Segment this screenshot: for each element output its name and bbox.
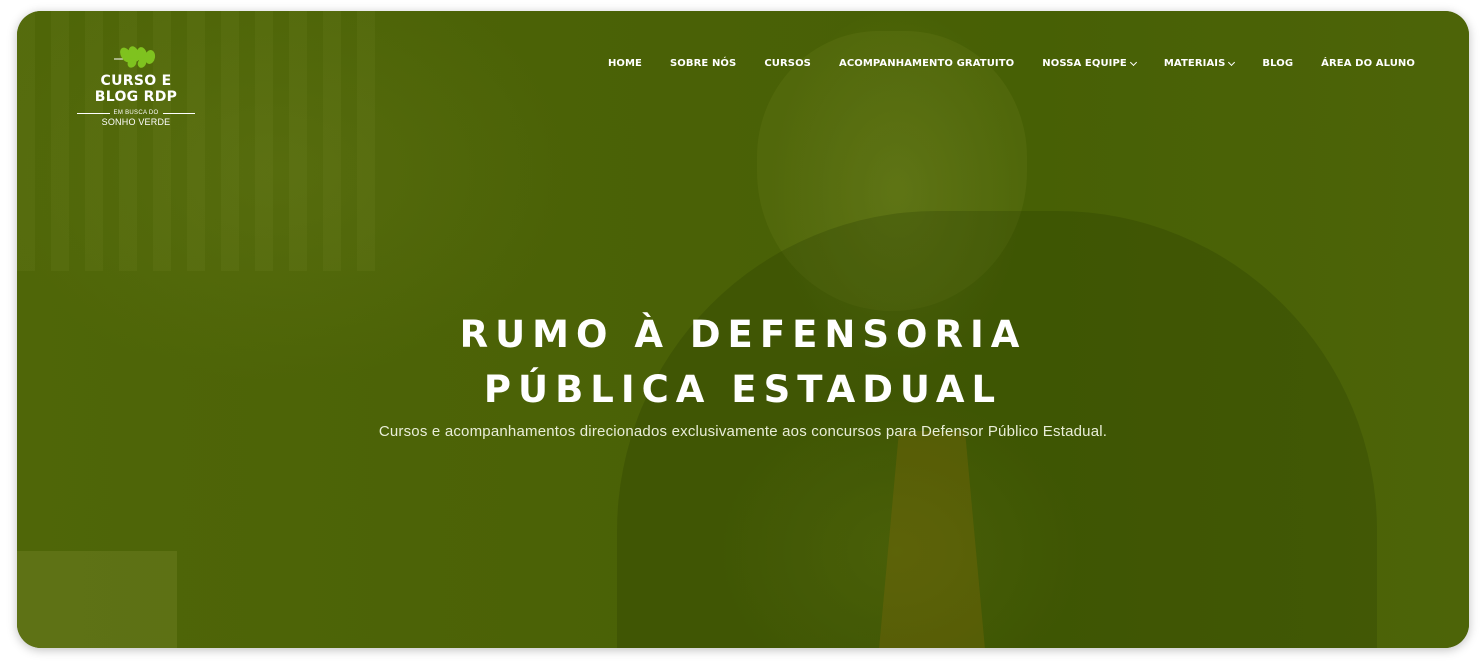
- main-nav: HOME SOBRE NÓS CURSOS ACOMPANHAMENTO GRA…: [608, 58, 1415, 69]
- nav-item-area-do-aluno[interactable]: ÁREA DO ALUNO: [1321, 58, 1415, 69]
- page-frame: CURSO E BLOG RDP EM BUSCA DO SONHO VERDE…: [17, 11, 1469, 648]
- logo-tagline-small: EM BUSCA DO: [113, 110, 159, 116]
- nav-item-label: BLOG: [1262, 58, 1294, 69]
- nav-item-materiais[interactable]: MATERIAIS: [1163, 58, 1236, 69]
- logo-divider: EM BUSCA DO: [77, 110, 196, 116]
- nav-item-label: ÁREA DO ALUNO: [1321, 58, 1415, 69]
- hero-title-line1: RUMO À DEFENSORIA: [459, 313, 1027, 356]
- nav-item-cursos[interactable]: CURSOS: [764, 58, 811, 69]
- nav-item-label: SOBRE NÓS: [670, 58, 737, 69]
- nav-item-acompanhamento-gratuito[interactable]: ACOMPANHAMENTO GRATUITO: [839, 58, 1014, 69]
- nav-item-label: CURSOS: [764, 58, 811, 69]
- logo-title-line1: CURSO E: [100, 73, 172, 89]
- nav-item-blog[interactable]: BLOG: [1262, 58, 1293, 69]
- nav-item-label: NOSSA EQUIPE: [1042, 58, 1127, 69]
- hero-content: RUMO À DEFENSORIA PÚBLICA ESTADUAL Curso…: [17, 307, 1469, 440]
- chevron-down-icon: [1228, 58, 1236, 66]
- logo-tagline: SONHO VERDE: [101, 117, 171, 127]
- nav-item-home[interactable]: HOME: [608, 58, 642, 69]
- nav-item-sobre-nos[interactable]: SOBRE NÓS: [670, 58, 736, 69]
- site-logo[interactable]: CURSO E BLOG RDP EM BUSCA DO SONHO VERDE: [77, 45, 196, 127]
- nav-item-nossa-equipe[interactable]: NOSSA EQUIPE: [1042, 58, 1137, 69]
- hero-title: RUMO À DEFENSORIA PÚBLICA ESTADUAL: [17, 307, 1469, 417]
- hero-title-line2: PÚBLICA ESTADUAL: [483, 368, 1003, 411]
- chevron-down-icon: [1129, 58, 1137, 66]
- logo-title-line2: BLOG RDP: [94, 89, 178, 105]
- nav-item-label: MATERIAIS: [1163, 58, 1226, 69]
- background-desk: [17, 551, 177, 648]
- leaf-icon: [114, 46, 156, 68]
- nav-item-label: HOME: [607, 58, 642, 69]
- hero-subtitle: Cursos e acompanhamentos direcionados ex…: [378, 423, 1108, 440]
- nav-item-label: ACOMPANHAMENTO GRATUITO: [838, 58, 1015, 69]
- background-bookshelf: [17, 11, 377, 271]
